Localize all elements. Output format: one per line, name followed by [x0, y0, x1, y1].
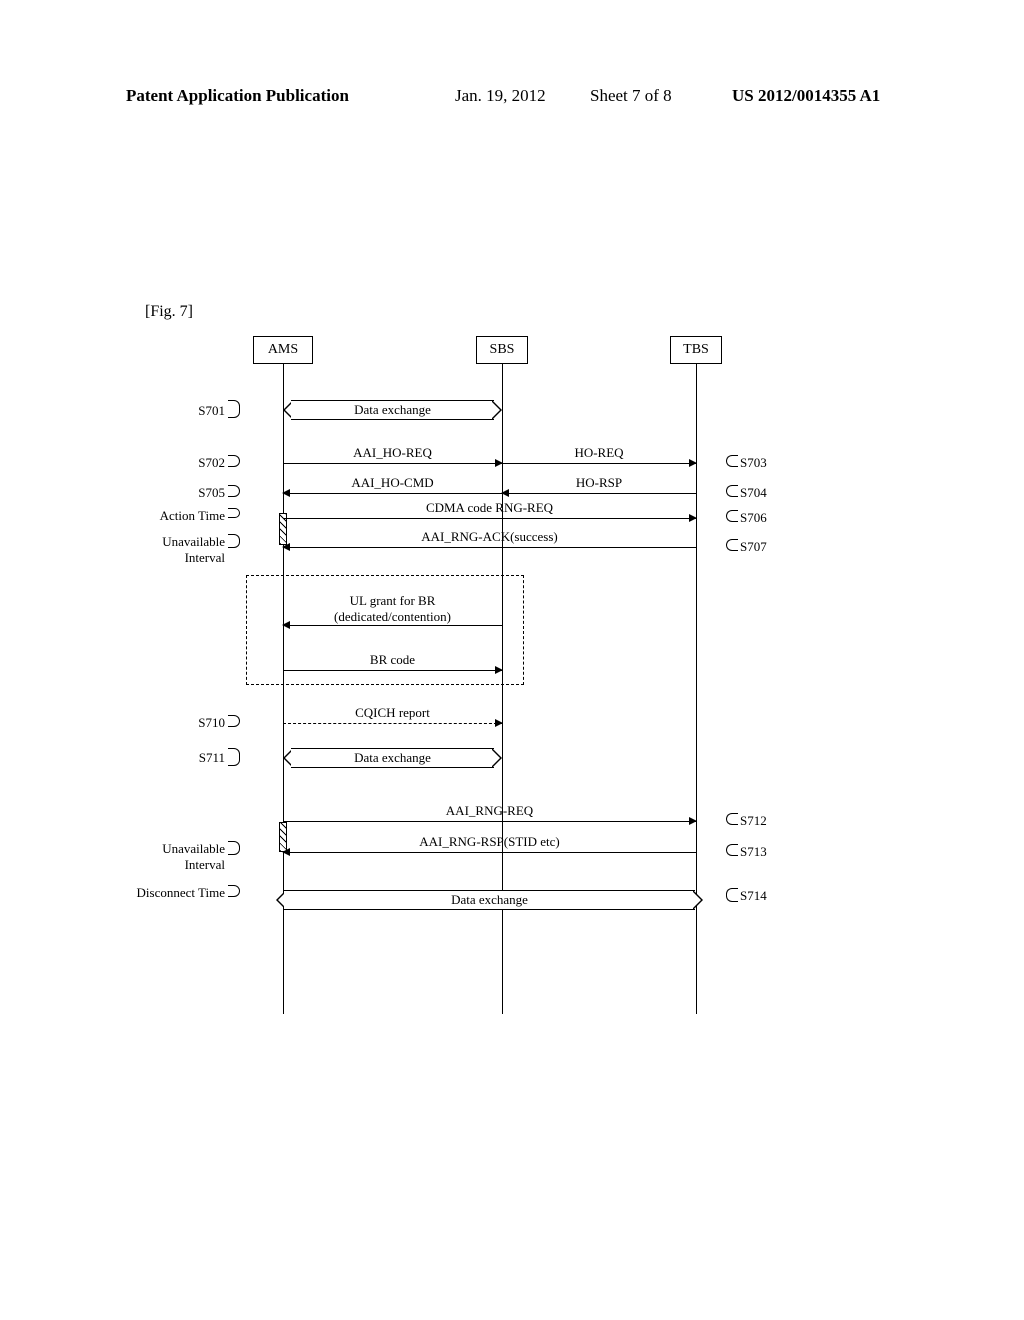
msg-label: HO-RSP [502, 475, 696, 491]
dashed-line-icon [283, 723, 502, 724]
arrow-right-icon [689, 817, 697, 825]
curve-icon [726, 485, 738, 497]
curve-icon [726, 888, 738, 902]
line-icon [283, 625, 502, 626]
step-s706: S706 [740, 510, 767, 526]
step-s712: S712 [740, 813, 767, 829]
curve-icon [228, 400, 240, 418]
sequence-diagram: AMS SBS TBS S701 S702 S705 Action Time U… [150, 330, 890, 1030]
line-icon [283, 463, 502, 464]
arrow-right-icon [689, 514, 697, 522]
msg-label: AAI_HO-REQ [283, 445, 502, 461]
msg-label: CQICH report [283, 705, 502, 721]
msg-label: Data exchange [291, 400, 494, 420]
curve-icon [228, 885, 240, 897]
msg-data-exchange-1: Data exchange [283, 400, 502, 420]
step-s714: S714 [740, 888, 767, 904]
curve-icon [726, 510, 738, 522]
curve-icon [228, 715, 240, 727]
step-s710: S710 [150, 715, 225, 731]
label-action-time: Action Time [130, 508, 225, 524]
label-unavailable-2: Unavailable Interval [130, 841, 225, 873]
optional-box [246, 575, 524, 685]
step-s701: S701 [150, 403, 225, 419]
step-s702: S702 [150, 455, 225, 471]
actor-sbs: SBS [476, 336, 528, 364]
step-s703: S703 [740, 455, 767, 471]
line-icon [502, 463, 696, 464]
curve-icon [726, 455, 738, 467]
msg-label: Data exchange [291, 748, 494, 768]
arrow-right-icon [495, 719, 503, 727]
actor-ams: AMS [253, 336, 313, 364]
arrow-left-icon [282, 543, 290, 551]
arrow-left-icon [282, 848, 290, 856]
arrow-left-icon [282, 621, 290, 629]
figure-label: [Fig. 7] [145, 303, 193, 321]
line-icon [283, 670, 502, 671]
step-s713: S713 [740, 844, 767, 860]
label-disconnect: Disconnect Time [115, 885, 225, 901]
msg-label: BR code [283, 652, 502, 668]
line-icon [283, 547, 696, 548]
curve-icon [228, 534, 240, 548]
curve-icon [228, 508, 240, 518]
step-s704: S704 [740, 485, 767, 501]
arrow-right-icon [492, 400, 502, 420]
line-icon [283, 493, 502, 494]
step-s707: S707 [740, 539, 767, 555]
sheet-number: Sheet 7 of 8 [590, 86, 672, 106]
curve-icon [228, 748, 240, 766]
curve-icon [228, 841, 240, 855]
msg-label: CDMA code RNG-REQ [283, 500, 696, 516]
page: Patent Application Publication Jan. 19, … [0, 0, 1024, 1320]
curve-icon [726, 539, 738, 551]
arrow-right-icon [689, 459, 697, 467]
msg-label: AAI_RNG-RSP(STID etc) [283, 834, 696, 850]
lifeline-ams [283, 364, 284, 1014]
arrow-left-icon [282, 489, 290, 497]
publication-date: Jan. 19, 2012 [455, 86, 546, 106]
msg-data-exchange-2: Data exchange [283, 748, 502, 768]
arrow-right-icon [495, 666, 503, 674]
arrow-left-icon [501, 489, 509, 497]
curve-icon [228, 455, 240, 467]
msg-data-exchange-3: Data exchange [276, 890, 703, 910]
msg-label: UL grant for BR (dedicated/contention) [283, 593, 502, 625]
curve-icon [726, 813, 738, 825]
line-icon [283, 518, 696, 519]
label-unavailable-1: Unavailable Interval [130, 534, 225, 566]
line-icon [283, 852, 696, 853]
msg-label: Data exchange [284, 890, 695, 910]
actor-tbs: TBS [670, 336, 722, 364]
step-s711: S711 [150, 750, 225, 766]
publication-label: Patent Application Publication [126, 86, 349, 106]
msg-label: AAI_RNG-ACK(success) [283, 529, 696, 545]
line-icon [502, 493, 696, 494]
publication-number: US 2012/0014355 A1 [732, 86, 880, 106]
curve-icon [726, 844, 738, 856]
line-icon [283, 821, 696, 822]
step-s705: S705 [150, 485, 225, 501]
arrow-right-icon [693, 890, 703, 910]
arrow-right-icon [492, 748, 502, 768]
msg-label: HO-REQ [502, 445, 696, 461]
msg-label: AAI_RNG-REQ [283, 803, 696, 819]
msg-label: AAI_HO-CMD [283, 475, 502, 491]
curve-icon [228, 485, 240, 497]
